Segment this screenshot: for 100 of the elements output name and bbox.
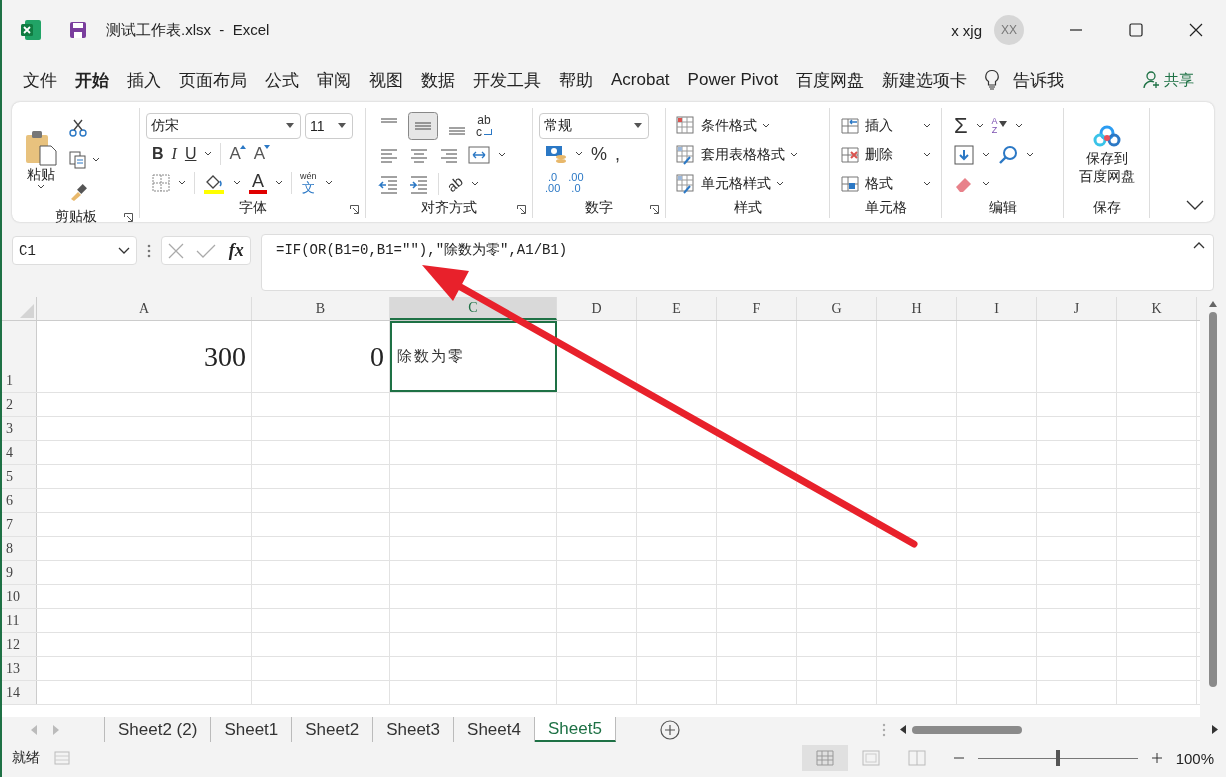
percent-style-button[interactable]: % (591, 145, 607, 163)
align-middle-icon[interactable] (408, 112, 438, 141)
column-header[interactable]: D (557, 297, 637, 320)
caret-icon[interactable] (275, 180, 283, 187)
share-button[interactable]: 共享 (1137, 69, 1200, 91)
column-header[interactable]: A (37, 297, 252, 320)
dialog-launcher-icon[interactable] (124, 213, 133, 222)
add-sheet-icon[interactable] (659, 719, 680, 740)
decrease-font-button[interactable]: A (253, 145, 271, 163)
row-header[interactable]: 7 (2, 513, 37, 536)
ribbon-tab[interactable]: 百度网盘 (787, 68, 874, 92)
close-icon[interactable] (1189, 23, 1203, 37)
ribbon-tab[interactable]: 数据 (412, 68, 464, 92)
currency-icon[interactable] (545, 143, 567, 165)
user-name[interactable]: x xjg (951, 21, 982, 39)
increase-decimal-button[interactable]: .0 .00 (545, 172, 561, 195)
ribbon-tab[interactable]: 开发工具 (464, 68, 550, 92)
font-name-dropdown[interactable]: 仿宋 (146, 112, 301, 139)
row-header[interactable]: 1 (2, 321, 37, 392)
autosum-button[interactable]: Σ (954, 115, 968, 138)
paste-button[interactable]: 粘贴 (18, 128, 64, 192)
insert-cells-button[interactable]: 插入 (836, 112, 935, 141)
checkmark-icon[interactable] (196, 242, 217, 259)
column-header[interactable]: E (637, 297, 717, 320)
caret-icon[interactable] (233, 180, 241, 187)
decrease-decimal-button[interactable]: .00 .0 (568, 172, 584, 195)
font-style-button[interactable]: I (171, 146, 177, 162)
row-header[interactable]: 3 (2, 417, 37, 440)
comma-style-button[interactable]: , (615, 145, 621, 163)
ribbon-tab[interactable]: 页面布局 (170, 68, 256, 92)
orientation-button[interactable]: ab (444, 173, 466, 194)
scroll-left-icon[interactable] (900, 725, 906, 734)
caret-icon[interactable] (575, 151, 583, 157)
number-format-dropdown[interactable]: 常规 (539, 112, 649, 139)
save-to-cloud-button[interactable]: 保存到 百度网盘 (1072, 122, 1141, 188)
font-size-dropdown[interactable]: 11 (305, 112, 353, 139)
ribbon-tab[interactable]: 公式 (256, 68, 308, 92)
format-cells-button[interactable]: 格式 (836, 169, 935, 198)
column-header[interactable]: I (957, 297, 1037, 320)
caret-icon[interactable] (975, 123, 984, 130)
caret-icon[interactable] (204, 151, 213, 157)
scroll-up-icon[interactable] (1209, 301, 1217, 307)
row-header[interactable]: 5 (2, 465, 37, 488)
horizontal-scrollbar[interactable] (900, 725, 1218, 734)
increase-font-button[interactable]: A (229, 145, 246, 163)
collapse-ribbon-icon[interactable] (1186, 200, 1204, 210)
ribbon-tab[interactable]: Power Pivot (678, 70, 788, 90)
zoom-in-icon[interactable] (1151, 753, 1162, 763)
scissors-icon[interactable] (68, 118, 88, 138)
caret-icon[interactable] (324, 180, 333, 187)
caret-icon[interactable] (982, 152, 990, 158)
delete-cells-button[interactable]: 删除 (836, 141, 935, 169)
format-as-table-button[interactable]: 套用表格格式 (672, 141, 823, 169)
scroll-right-icon[interactable] (1212, 725, 1218, 734)
row-header[interactable]: 14 (2, 681, 37, 704)
ribbon-tab[interactable]: Acrobat (602, 70, 679, 90)
ribbon-tab[interactable]: 审阅 (308, 68, 360, 92)
font-style-button[interactable]: B (152, 146, 164, 162)
ribbon-tab[interactable]: 新建选项卡 (873, 68, 977, 92)
caret-icon[interactable] (982, 180, 990, 187)
font-color-button[interactable]: A (249, 172, 267, 195)
row-header[interactable]: 2 (2, 393, 37, 416)
row-header[interactable]: 13 (2, 657, 37, 680)
formula-input[interactable]: =IF(OR(B1=0,B1=""),"除数为零",A1/B1) (261, 234, 1214, 291)
name-box[interactable]: C1 (12, 236, 137, 265)
dialog-launcher-icon[interactable] (517, 205, 526, 214)
row-header[interactable]: 9 (2, 561, 37, 584)
caret-icon[interactable] (178, 180, 186, 187)
column-header[interactable]: C (390, 297, 557, 320)
column-header[interactable]: J (1037, 297, 1117, 320)
cell-styles-button[interactable]: 单元格样式 (672, 169, 823, 198)
ribbon-tab[interactable]: 视图 (360, 68, 412, 92)
caret-icon[interactable] (470, 180, 479, 187)
ribbon-tab[interactable]: 开始 (66, 68, 118, 92)
ribbon-tab[interactable]: 插入 (118, 68, 170, 92)
save-icon[interactable] (68, 20, 88, 40)
more-icon[interactable] (147, 244, 151, 258)
phonetic-guide-button[interactable]: wén 文 (300, 172, 317, 195)
dialog-launcher-icon[interactable] (350, 205, 359, 214)
expand-formula-icon[interactable] (1193, 241, 1205, 249)
sheet-tab[interactable]: Sheet5 (534, 717, 616, 742)
row-header[interactable]: 8 (2, 537, 37, 560)
copy-icon[interactable] (68, 150, 88, 170)
caret-icon[interactable] (92, 157, 100, 163)
caret-icon[interactable] (1014, 123, 1023, 130)
column-header[interactable]: H (877, 297, 957, 320)
tell-me-search[interactable]: 告诉我 (1004, 68, 1074, 92)
ribbon-tab[interactable]: 文件 (14, 68, 66, 92)
caret-icon[interactable] (1026, 152, 1034, 158)
search-icon[interactable] (998, 145, 1018, 165)
row-header[interactable]: 4 (2, 441, 37, 464)
row-header[interactable]: 10 (2, 585, 37, 608)
column-header[interactable]: K (1117, 297, 1197, 320)
wrap-text-button[interactable]: ab c (476, 114, 492, 139)
lightbulb-icon[interactable] (984, 69, 1001, 91)
dialog-launcher-icon[interactable] (650, 205, 659, 214)
row-header[interactable]: 12 (2, 633, 37, 656)
sort-filter-button[interactable]: A Z (991, 117, 1007, 136)
column-header[interactable]: F (717, 297, 797, 320)
caret-icon[interactable] (498, 152, 506, 158)
